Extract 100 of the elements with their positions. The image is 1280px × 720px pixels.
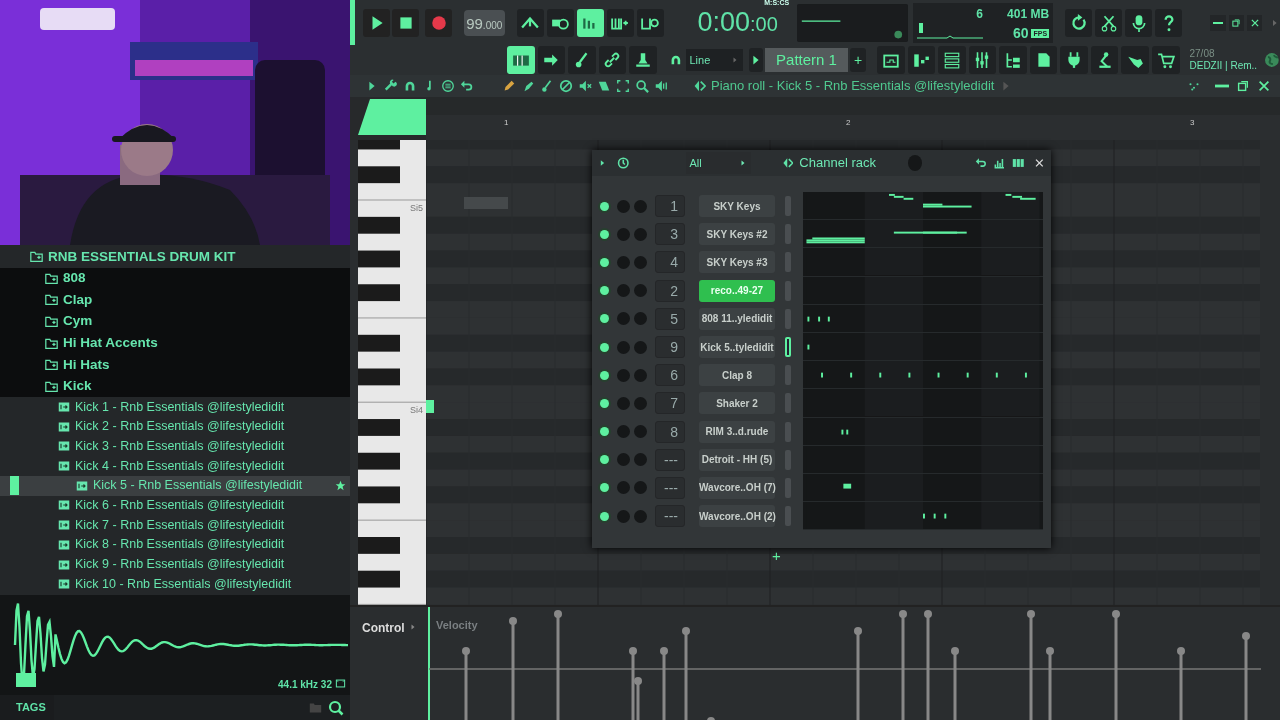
file-item[interactable]: Kick 2 - Rnb Essentials @lifestyledidit xyxy=(0,416,350,437)
mute-led[interactable] xyxy=(600,257,609,267)
mixer-track-field[interactable]: 1 xyxy=(655,195,685,218)
mixer-track-field[interactable]: 3 xyxy=(655,223,685,246)
mute-led[interactable] xyxy=(600,398,609,408)
tool-button[interactable] xyxy=(559,79,573,93)
toolbar-button[interactable] xyxy=(537,46,566,74)
mixer-track-field[interactable]: 6 xyxy=(655,364,685,387)
add-channel-button[interactable]: + xyxy=(768,545,785,568)
channel-button[interactable]: Kick 5..tyledidit xyxy=(699,336,775,359)
toolbar-button[interactable] xyxy=(629,46,657,74)
channel-button[interactable]: Wavcore..OH (2) xyxy=(699,505,775,528)
file-item[interactable]: Kick 8 - Rnb Essentials @lifestyledidit xyxy=(0,534,350,555)
mixer-track-field[interactable]: 7 xyxy=(655,392,685,415)
add-pattern-button[interactable]: + xyxy=(850,48,867,72)
tool-button[interactable] xyxy=(384,79,398,93)
toolbar-button[interactable] xyxy=(576,8,604,37)
mute-led[interactable] xyxy=(600,229,609,239)
toolbar-button[interactable] xyxy=(598,46,627,74)
channel-button[interactable]: SKY Keys xyxy=(699,195,775,218)
toolbar-button[interactable] xyxy=(546,8,574,37)
tool-button[interactable] xyxy=(403,79,417,93)
toolbar-button[interactable] xyxy=(1029,46,1058,74)
toolbar-button[interactable] xyxy=(1121,46,1149,74)
toolbar-button[interactable] xyxy=(1125,8,1153,37)
mixer-track-field[interactable]: --- xyxy=(655,448,685,471)
velocity-bars-drawing[interactable] xyxy=(428,607,1262,720)
tool-button[interactable] xyxy=(540,79,554,93)
mixer-track-field[interactable]: --- xyxy=(655,476,685,499)
channel-button[interactable]: Shaker 2 xyxy=(699,392,775,415)
channel-button[interactable]: Detroit - HH (5) xyxy=(699,448,775,471)
file-item[interactable]: Kick 7 - Rnb Essentials @lifestyledidit xyxy=(0,515,350,535)
pattern-selector[interactable]: Pattern 1 xyxy=(764,48,849,72)
toolbar-button[interactable] xyxy=(1155,8,1183,37)
stop-button[interactable] xyxy=(392,8,419,37)
play-button[interactable] xyxy=(363,8,390,37)
tool-button[interactable] xyxy=(597,79,611,93)
file-item[interactable]: Kick 5 - Rnb Essentials @lifestyledidit xyxy=(0,475,350,496)
channel-button[interactable]: SKY Keys #3 xyxy=(699,251,775,274)
toolbar-button[interactable] xyxy=(568,46,596,74)
toolbar-button[interactable] xyxy=(1090,46,1119,74)
maximize-button[interactable] xyxy=(1228,14,1244,31)
control-label[interactable]: Control xyxy=(362,619,405,637)
snap-dropdown[interactable]: Line xyxy=(685,49,743,71)
mixer-track-field[interactable]: 4 xyxy=(655,251,685,274)
folder-item[interactable]: Hi Hats xyxy=(0,353,350,376)
pattern-arrow-button[interactable] xyxy=(748,48,763,72)
mute-led[interactable] xyxy=(600,483,609,493)
toolbar-button[interactable] xyxy=(1151,46,1180,74)
tempo-field[interactable]: 99.000 xyxy=(464,9,505,36)
maximize-button[interactable] xyxy=(1235,78,1251,94)
toolbar-button[interactable] xyxy=(999,46,1027,74)
channel-button[interactable]: Clap 8 xyxy=(699,364,775,387)
toolbar-button[interactable] xyxy=(938,46,966,74)
mute-led[interactable] xyxy=(600,314,609,324)
close-button[interactable] xyxy=(1246,14,1263,31)
folder-item[interactable]: 808 xyxy=(0,267,350,290)
mute-led[interactable] xyxy=(600,511,609,521)
folder-item[interactable]: Clap xyxy=(0,289,350,311)
toolbar-button[interactable] xyxy=(606,8,634,37)
tool-button[interactable] xyxy=(635,79,649,93)
mixer-track-field[interactable]: --- xyxy=(655,505,685,528)
tool-button[interactable] xyxy=(616,79,630,93)
record-button[interactable] xyxy=(425,8,452,37)
mute-led[interactable] xyxy=(600,427,609,437)
mute-led[interactable] xyxy=(600,370,609,380)
file-item[interactable]: Kick 9 - Rnb Essentials @lifestyledidit xyxy=(0,554,350,575)
channel-selector[interactable] xyxy=(785,337,791,358)
file-item[interactable]: Kick 1 - Rnb Essentials @lifestyledidit xyxy=(0,397,350,417)
file-item[interactable]: Kick 3 - Rnb Essentials @lifestyledidit xyxy=(0,436,350,457)
minimize-button[interactable] xyxy=(1210,14,1226,31)
tool-button[interactable] xyxy=(460,79,474,93)
mute-led[interactable] xyxy=(600,455,609,465)
toolbar-button[interactable] xyxy=(636,8,664,37)
tool-button[interactable] xyxy=(441,79,455,93)
tool-button[interactable] xyxy=(502,79,516,93)
mixer-track-field[interactable]: 2 xyxy=(655,279,685,302)
toolbar-button[interactable] xyxy=(1095,8,1123,37)
file-item[interactable]: Kick 10 - Rnb Essentials @lifestyledidit xyxy=(0,574,350,595)
channel-button[interactable]: RIM 3..d.rude xyxy=(699,420,775,443)
tool-button[interactable] xyxy=(654,79,668,93)
mute-led[interactable] xyxy=(600,201,609,211)
tool-button[interactable] xyxy=(578,79,592,93)
channel-button[interactable]: Wavcore..OH (7) xyxy=(699,476,775,499)
channel-button[interactable]: SKY Keys #2 xyxy=(699,223,775,246)
mute-led[interactable] xyxy=(600,286,609,296)
folder-item[interactable]: Cym xyxy=(0,310,350,333)
toolbar-button[interactable] xyxy=(1065,8,1093,37)
channel-button[interactable]: 808 11..yledidit xyxy=(699,307,775,330)
mixer-track-field[interactable]: 5 xyxy=(655,307,685,330)
mute-led[interactable] xyxy=(600,342,609,352)
toolbar-button[interactable] xyxy=(968,46,997,74)
file-item[interactable]: Kick 4 - Rnb Essentials @lifestyledidit xyxy=(0,456,350,476)
toolbar-button[interactable] xyxy=(516,8,544,37)
mixer-track-field[interactable]: 9 xyxy=(655,336,685,359)
piano-keyboard[interactable] xyxy=(358,140,426,605)
toolbar-button[interactable] xyxy=(907,46,936,74)
folder-item[interactable]: Hi Hat Accents xyxy=(0,332,350,354)
toolbar-button[interactable] xyxy=(1060,46,1088,74)
folder-item[interactable]: Kick xyxy=(0,375,350,398)
